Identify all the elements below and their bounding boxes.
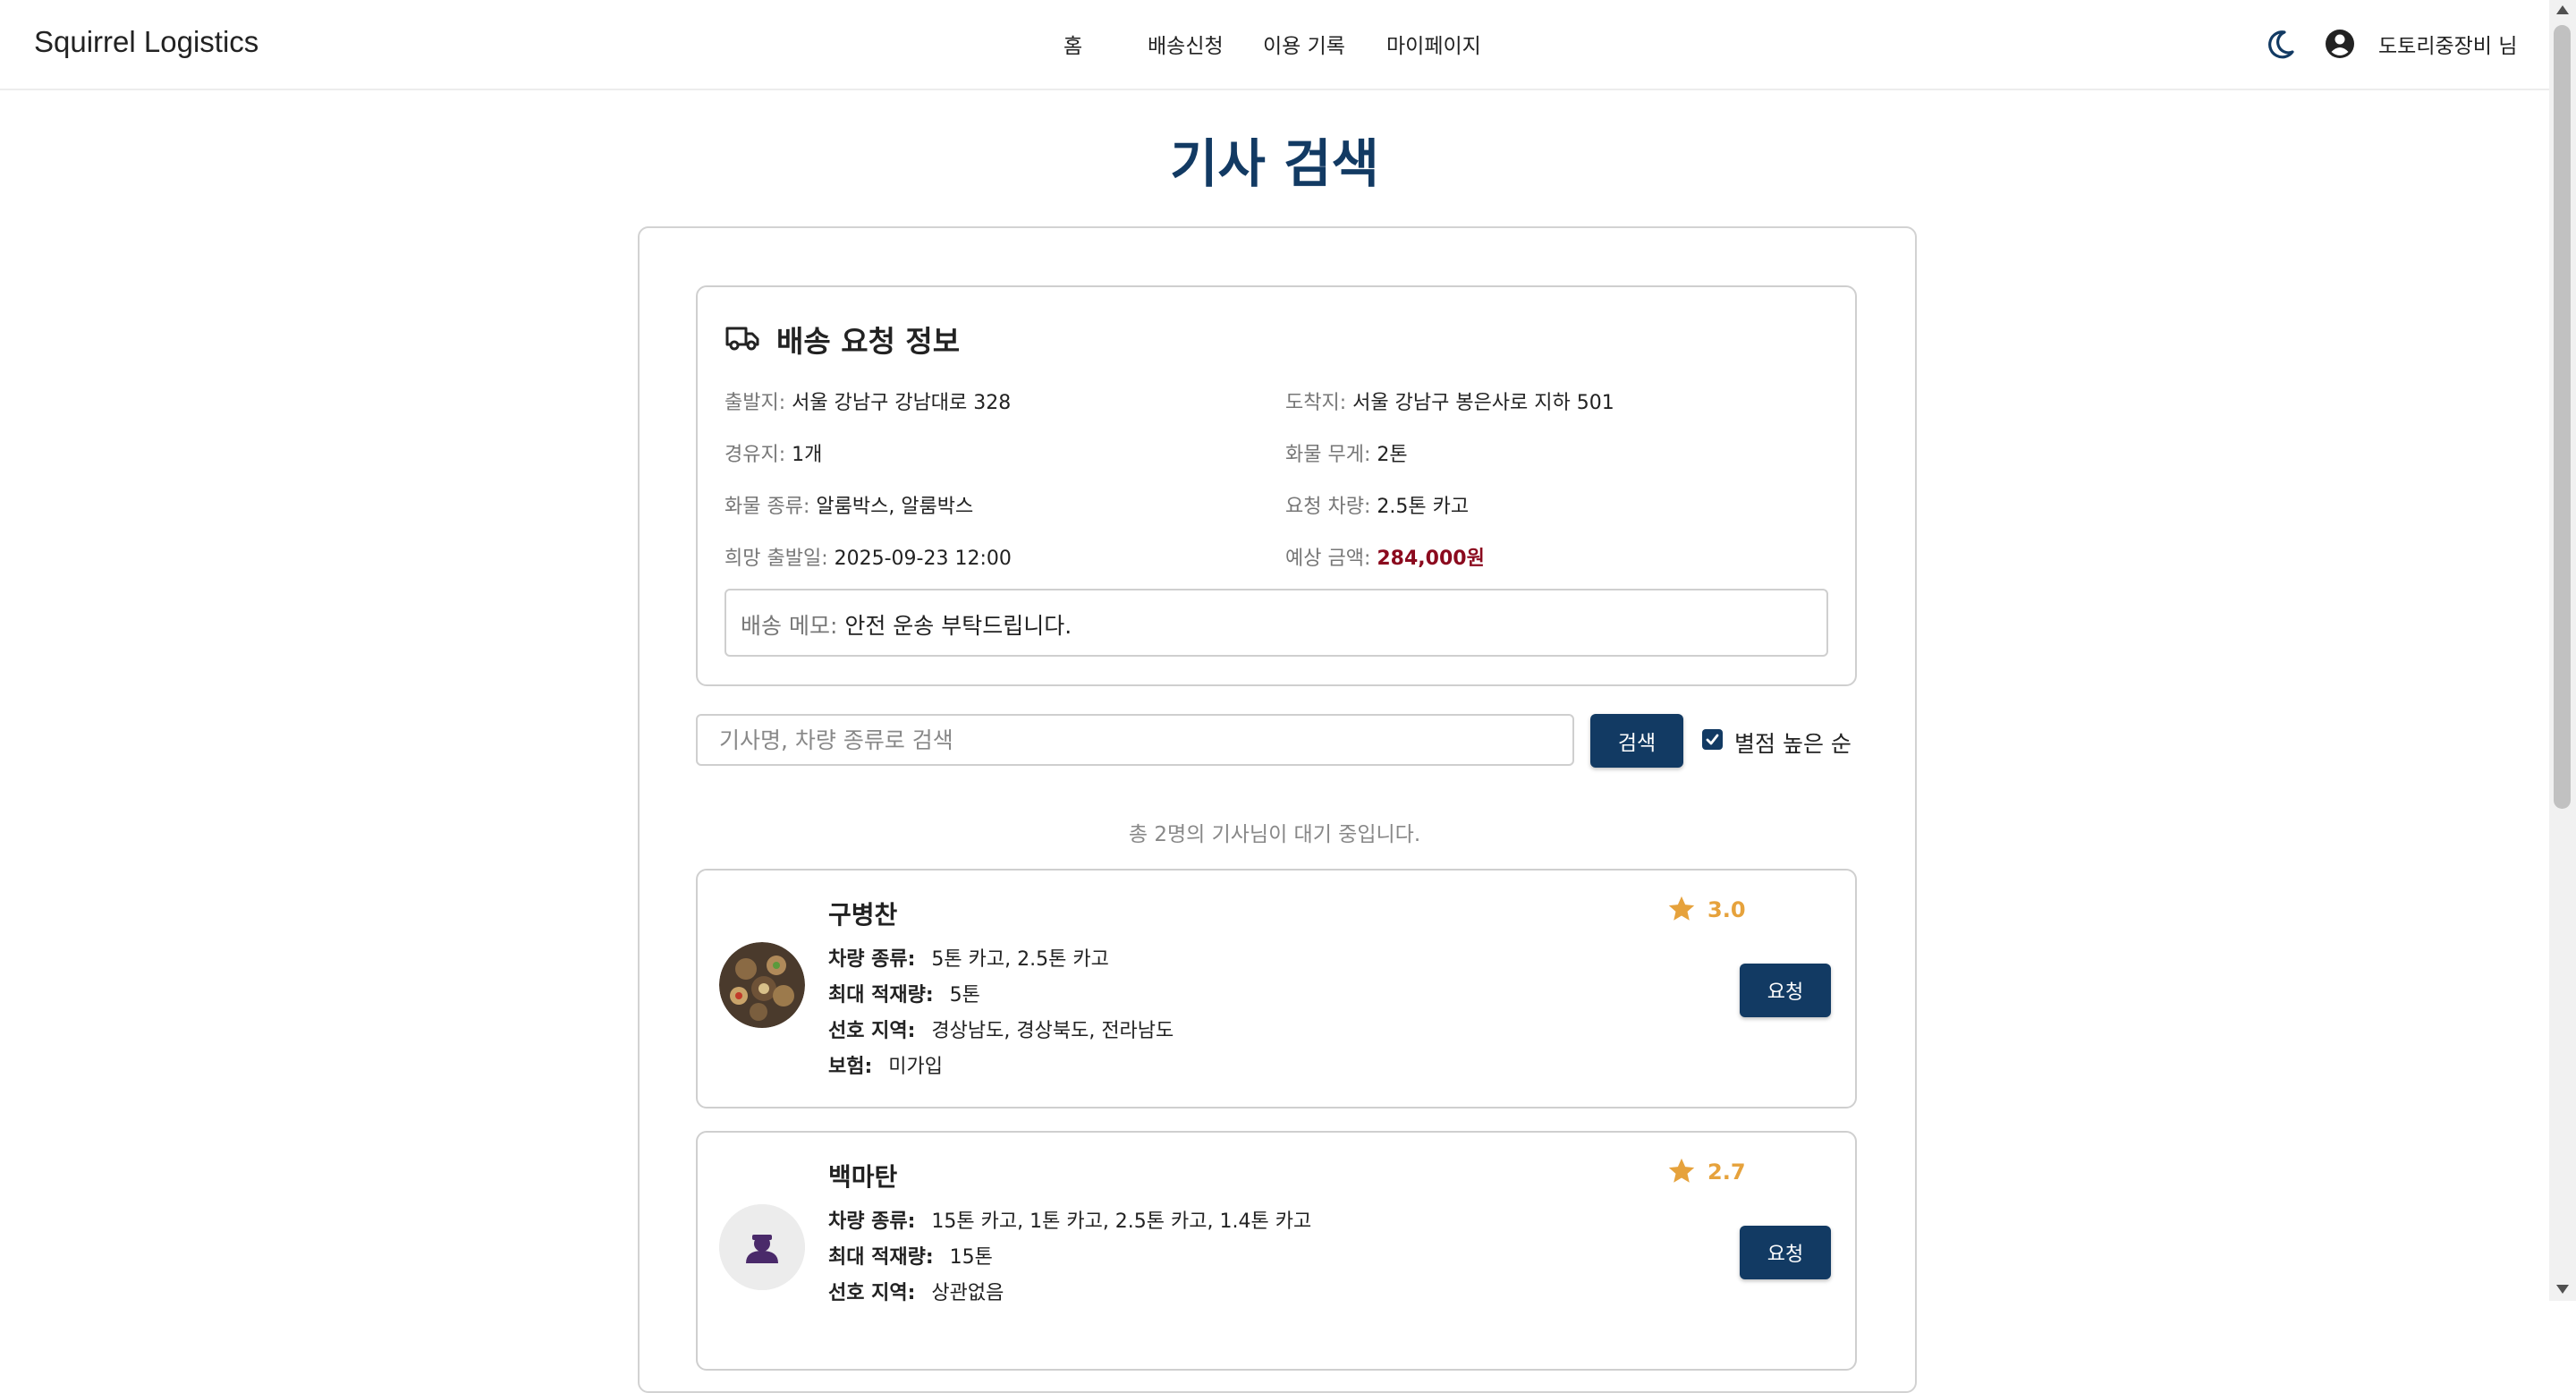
memo-value: 안전 운송 부탁드립니다. xyxy=(844,613,1072,639)
page-title: 기사 검색 xyxy=(1170,133,1379,194)
driver-name: 구병찬 xyxy=(828,900,898,930)
waypoints-row: 경유지: 1개 xyxy=(724,438,822,467)
driver-avatar-placeholder xyxy=(719,1204,805,1290)
driver-rating: 3.0 xyxy=(1666,894,1746,928)
nav-home[interactable]: 홈 xyxy=(1063,29,1082,59)
max-load-value: 15톤 xyxy=(949,1246,993,1269)
request-driver-button[interactable]: 요청 xyxy=(1740,1226,1831,1279)
price-label: 예상 금액: xyxy=(1285,548,1371,570)
delivery-memo: 배송 메모: 안전 운송 부탁드립니다. xyxy=(741,608,1072,641)
nav-delivery-request[interactable]: 배송신청 xyxy=(1148,29,1224,59)
user-account-icon[interactable] xyxy=(2324,27,2356,63)
cargo-label: 화물 종류: xyxy=(724,496,810,518)
truck-icon xyxy=(724,322,760,352)
driver-rating: 2.7 xyxy=(1666,1156,1746,1190)
vehicle-type-value: 15톤 카고, 1톤 카고, 2.5톤 카고, 1.4톤 카고 xyxy=(931,1210,1312,1233)
vehicle-value: 2.5톤 카고 xyxy=(1377,496,1470,518)
nav-mypage[interactable]: 마이페이지 xyxy=(1386,29,1481,59)
price-value: 284,000원 xyxy=(1377,548,1485,570)
page-scrollbar[interactable] xyxy=(2549,0,2576,1301)
result-count: 총 2명의 기사님이 대기 중입니다. xyxy=(1128,823,1421,846)
vehicle-type-row: 차량 종류: 15톤 카고, 1톤 카고, 2.5톤 카고, 1.4톤 카고 xyxy=(828,1205,1311,1234)
vehicle-label: 요청 차량: xyxy=(1285,496,1371,518)
vehicle-type-label: 차량 종류: xyxy=(828,948,916,971)
max-load-row: 최대 적재량: 15톤 xyxy=(828,1241,993,1270)
max-load-label: 최대 적재량: xyxy=(828,1246,934,1269)
sort-by-rating-checkbox[interactable] xyxy=(1702,729,1723,750)
username-label[interactable]: 도토리중장비 님 xyxy=(2378,29,2517,59)
sort-by-rating-label[interactable]: 별점 높은 순 xyxy=(1734,726,1852,759)
rating-value: 3.0 xyxy=(1707,897,1746,922)
origin-label: 출발지: xyxy=(724,392,786,414)
vehicle-type-label: 차량 종류: xyxy=(828,1210,916,1233)
search-button[interactable]: 검색 xyxy=(1590,714,1683,768)
driver-card: 구병찬 3.0 차량 종류: 5톤 카고, 2.5톤 카고 최대 적재량: 5톤 선… xyxy=(696,869,1857,1108)
preferred-region-value: 상관없음 xyxy=(931,1282,1004,1304)
top-header: Squirrel Logistics 홈 배송신청 이용 기록 마이페이지 도토… xyxy=(0,0,2549,90)
scroll-down-arrow-icon[interactable] xyxy=(2556,1285,2569,1294)
driver-search-input[interactable] xyxy=(696,714,1574,766)
delivery-info-title: 배송 요청 정보 xyxy=(776,324,961,359)
star-icon xyxy=(1668,896,1695,921)
insurance-row: 보험: 미가입 xyxy=(828,1050,943,1079)
dark-mode-moon-icon[interactable] xyxy=(2265,27,2297,63)
preferred-region-value: 경상남도, 경상북도, 전라남도 xyxy=(931,1020,1174,1042)
memo-label: 배송 메모: xyxy=(741,613,838,639)
preferred-region-label: 선호 지역: xyxy=(828,1020,916,1042)
insurance-label: 보험: xyxy=(828,1056,873,1078)
request-driver-button[interactable]: 요청 xyxy=(1740,964,1831,1017)
rating-value: 2.7 xyxy=(1707,1159,1746,1185)
cargo-value: 알룸박스, 알룸박스 xyxy=(816,496,974,518)
date-label: 희망 출발일: xyxy=(724,548,828,570)
destination-label: 도착지: xyxy=(1285,392,1347,414)
weight-label: 화물 무게: xyxy=(1285,444,1371,466)
max-load-label: 최대 적재량: xyxy=(828,984,934,1007)
cargo-row: 화물 종류: 알룸박스, 알룸박스 xyxy=(724,490,973,519)
vehicle-type-value: 5톤 카고, 2.5톤 카고 xyxy=(931,948,1109,971)
scrollbar-thumb[interactable] xyxy=(2554,25,2571,809)
waypoints-label: 경유지: xyxy=(724,444,786,466)
star-icon xyxy=(1668,1158,1695,1183)
preferred-region-label: 선호 지역: xyxy=(828,1282,916,1304)
driver-name: 백마탄 xyxy=(828,1162,898,1192)
preferred-region-row: 선호 지역: 상관없음 xyxy=(828,1277,1004,1305)
origin-row: 출발지: 서울 강남구 강남대로 328 xyxy=(724,386,1011,415)
destination-row: 도착지: 서울 강남구 봉은사로 지하 501 xyxy=(1285,386,1614,415)
date-value: 2025-09-23 12:00 xyxy=(834,548,1012,570)
destination-value: 서울 강남구 봉은사로 지하 501 xyxy=(1352,392,1614,414)
main-nav: 홈 배송신청 이용 기록 마이페이지 xyxy=(0,29,2549,64)
driver-card: 백마탄 2.7 차량 종류: 15톤 카고, 1톤 카고, 2.5톤 카고, 1.… xyxy=(696,1131,1857,1371)
vehicle-row: 요청 차량: 2.5톤 카고 xyxy=(1285,490,1469,519)
insurance-value: 미가입 xyxy=(888,1056,944,1078)
driver-avatar xyxy=(719,942,805,1028)
date-row: 희망 출발일: 2025-09-23 12:00 xyxy=(724,542,1012,571)
origin-value: 서울 강남구 강남대로 328 xyxy=(792,392,1012,414)
weight-value: 2톤 xyxy=(1377,444,1408,466)
preferred-region-row: 선호 지역: 경상남도, 경상북도, 전라남도 xyxy=(828,1015,1174,1043)
price-row: 예상 금액: 284,000원 xyxy=(1285,542,1485,571)
vehicle-type-row: 차량 종류: 5톤 카고, 2.5톤 카고 xyxy=(828,943,1109,972)
weight-row: 화물 무게: 2톤 xyxy=(1285,438,1408,467)
waypoints-value: 1개 xyxy=(792,444,823,466)
nav-history[interactable]: 이용 기록 xyxy=(1263,29,1345,59)
max-load-value: 5톤 xyxy=(949,984,980,1007)
scroll-up-arrow-icon[interactable] xyxy=(2556,5,2569,14)
max-load-row: 최대 적재량: 5톤 xyxy=(828,979,980,1007)
